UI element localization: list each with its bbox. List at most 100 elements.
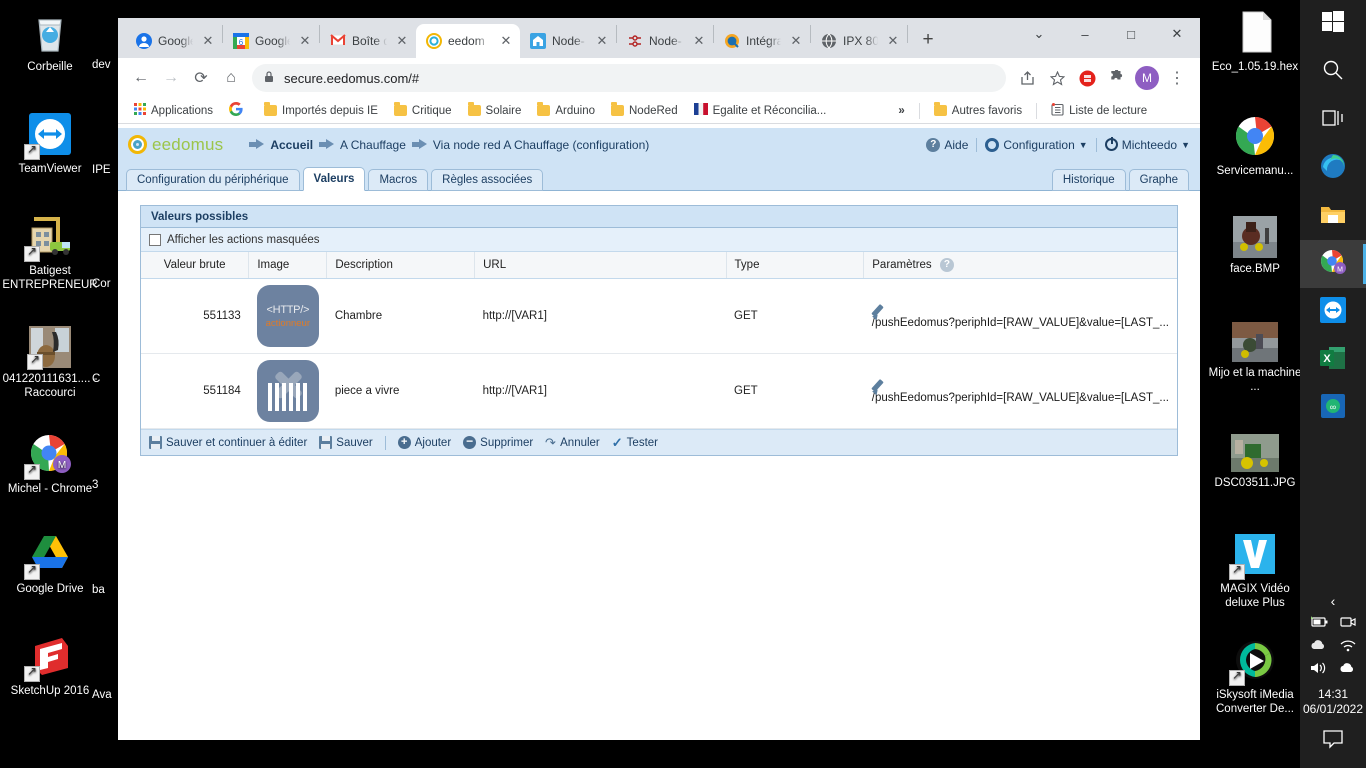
browser-tab-7[interactable]: IPX 80 ✕ (811, 24, 907, 58)
question-mark-icon[interactable]: ? (939, 258, 954, 272)
cancel-button[interactable]: ↶ Annuler (545, 435, 600, 451)
breadcrumb-item-accueil[interactable]: Accueil (270, 138, 313, 152)
address-bar[interactable]: secure.eedomus.com/# (252, 64, 1006, 92)
column-url[interactable]: URL (474, 252, 727, 279)
breadcrumb-item-chauffage[interactable]: A Chauffage (340, 138, 406, 152)
show-hidden-actions-row[interactable]: Afficher les actions masquées (141, 228, 1177, 252)
desktop-icon-magix[interactable]: MAGIX Vidéo deluxe Plus (1205, 530, 1305, 610)
wifi-icon[interactable] (1339, 638, 1357, 655)
add-button[interactable]: + Ajouter (397, 436, 451, 449)
bookmark-solaire[interactable]: Solaire (462, 102, 528, 119)
task-view-button[interactable] (1300, 96, 1366, 144)
column-parametres[interactable]: Paramètres ? (863, 252, 1177, 279)
forward-button[interactable]: → (156, 63, 186, 93)
test-button[interactable]: ✓ Tester (612, 435, 658, 451)
desktop-icon-google-drive[interactable]: Google Drive (0, 530, 100, 596)
close-tab-icon[interactable]: ✕ (788, 33, 804, 49)
reading-list-button[interactable]: Liste de lecture (1045, 101, 1153, 121)
desktop-icon-servicemanuals[interactable]: Servicemanu... (1205, 112, 1305, 178)
desktop-icon-batigest[interactable]: Batigest ENTREPRENEUR (0, 212, 100, 292)
browser-tab-4[interactable]: Node- ✕ (520, 24, 616, 58)
cell-parametres[interactable]: /pushEedomus?periphId=[RAW_VALUE]&value=… (863, 353, 1177, 429)
search-button[interactable] (1300, 48, 1366, 96)
bookmark-egalite[interactable]: Egalite et Réconcilia... (688, 101, 833, 120)
tab-graphe[interactable]: Graphe (1128, 169, 1189, 191)
bookmarks-overflow-button[interactable]: » (892, 103, 910, 119)
close-tab-icon[interactable]: ✕ (394, 33, 410, 49)
desktop-icon-iskysoft[interactable]: iSkysoft iMedia Converter De... (1205, 636, 1305, 716)
user-menu[interactable]: Michteedo ▼ (1104, 137, 1190, 152)
close-tab-icon[interactable]: ✕ (691, 33, 707, 49)
browser-tab-1[interactable]: 6 Google ✕ (223, 24, 319, 58)
browser-tab-6[interactable]: Intégra ✕ (714, 24, 810, 58)
bookmark-applications[interactable]: Applications (128, 101, 219, 120)
close-tab-icon[interactable]: ✕ (594, 33, 610, 49)
column-description[interactable]: Description (326, 252, 476, 279)
reload-button[interactable]: ⟳ (186, 63, 216, 93)
volume-icon[interactable] (1308, 661, 1328, 678)
start-button[interactable] (1300, 0, 1366, 48)
browser-tab-5[interactable]: Node- ✕ (617, 24, 713, 58)
help-button[interactable]: ? Aide (926, 137, 968, 152)
home-button[interactable]: ⌂ (216, 63, 246, 93)
back-button[interactable]: ← (126, 63, 156, 93)
desktop-icon-face-bmp[interactable]: face.BMP (1205, 216, 1305, 276)
desktop-icon-teamviewer[interactable]: TeamViewer (0, 110, 100, 176)
onedrive-cloud-icon[interactable] (1309, 638, 1329, 655)
tab-historique[interactable]: Historique (1051, 169, 1126, 191)
tray-expand-row[interactable]: ‹ (1300, 590, 1366, 612)
chrome-taskbar-button[interactable]: M (1300, 240, 1366, 288)
browser-menu-button[interactable]: ⋮ (1162, 63, 1192, 93)
desktop-icon-eco-hex[interactable]: Eco_1.05.19.hex (1205, 8, 1305, 74)
cell-parametres[interactable]: /pushEedomus?periphId=[RAW_VALUE]&value=… (863, 278, 1177, 354)
bookmark-critique[interactable]: Critique (388, 102, 458, 119)
close-tab-icon[interactable]: ✕ (498, 33, 514, 49)
delete-button[interactable]: − Supprimer (463, 435, 533, 449)
tab-configuration-peripherique[interactable]: Configuration du périphérique (126, 169, 300, 191)
bookmark-arduino[interactable]: Arduino (531, 102, 601, 119)
tab-macros[interactable]: Macros (368, 169, 429, 191)
minimize-button[interactable]: – (1062, 18, 1108, 50)
close-window-button[interactable]: ✕ (1154, 18, 1200, 50)
clock[interactable]: 14:31 06/01/2022 (1300, 681, 1366, 719)
show-hidden-icons-icon[interactable]: ‹ (1331, 593, 1336, 609)
cloud-upload-icon[interactable] (1338, 661, 1358, 678)
teamviewer-taskbar-button[interactable] (1300, 288, 1366, 336)
column-image[interactable]: Image (248, 252, 328, 279)
profile-avatar[interactable]: M (1132, 63, 1162, 93)
configuration-menu[interactable]: Configuration ▼ (985, 137, 1088, 152)
excel-taskbar-button[interactable]: X (1300, 336, 1366, 384)
column-type[interactable]: Type (726, 252, 865, 279)
desktop-icon-mijo[interactable]: Mijo et la machine ... (1205, 322, 1305, 394)
tab-valeurs[interactable]: Valeurs (302, 167, 366, 191)
save-and-continue-button[interactable]: Sauver et continuer à éditer (149, 436, 307, 449)
cell-image[interactable]: <HTTP/> actionneur (248, 278, 327, 354)
eedomus-logo[interactable]: eedomus (128, 135, 223, 155)
share-icon[interactable] (1012, 63, 1042, 93)
close-tab-icon[interactable]: ✕ (885, 33, 901, 49)
bookmark-autres-favoris[interactable]: Autres favoris (928, 102, 1028, 119)
pencil-icon[interactable] (872, 378, 886, 392)
table-row[interactable]: 551133 <HTTP/> actionneur Chambre http:/… (141, 278, 1177, 354)
edge-button[interactable] (1300, 144, 1366, 192)
browser-tab-2[interactable]: Boîte d ✕ (320, 24, 416, 58)
close-tab-icon[interactable]: ✕ (297, 33, 313, 49)
desktop-icon-dsc03511[interactable]: DSC03511.JPG (1205, 434, 1305, 490)
browser-tab-0[interactable]: Google ✕ (126, 24, 222, 58)
action-center-button[interactable] (1300, 719, 1366, 768)
file-explorer-button[interactable] (1300, 192, 1366, 240)
app-taskbar-button[interactable]: ∞ (1300, 384, 1366, 432)
puzzle-extension-icon[interactable] (1102, 63, 1132, 93)
desktop-icon-photo-shortcut[interactable]: 041220111631.... - Raccourci (0, 326, 100, 400)
table-row[interactable]: 551184 piece a vivre http://[VAR1] GET /… (141, 353, 1177, 429)
opera-extension-icon[interactable] (1072, 63, 1102, 93)
bookmark-google[interactable] (223, 100, 254, 121)
maximize-button[interactable]: □ (1108, 18, 1154, 50)
show-hidden-actions-checkbox[interactable] (149, 233, 161, 246)
pencil-icon[interactable] (872, 303, 886, 317)
battery-icon[interactable] (1309, 615, 1329, 632)
save-button[interactable]: Sauver (319, 436, 373, 449)
camera-icon[interactable] (1339, 615, 1357, 632)
close-tab-icon[interactable]: ✕ (200, 33, 216, 49)
star-icon[interactable] (1042, 63, 1072, 93)
